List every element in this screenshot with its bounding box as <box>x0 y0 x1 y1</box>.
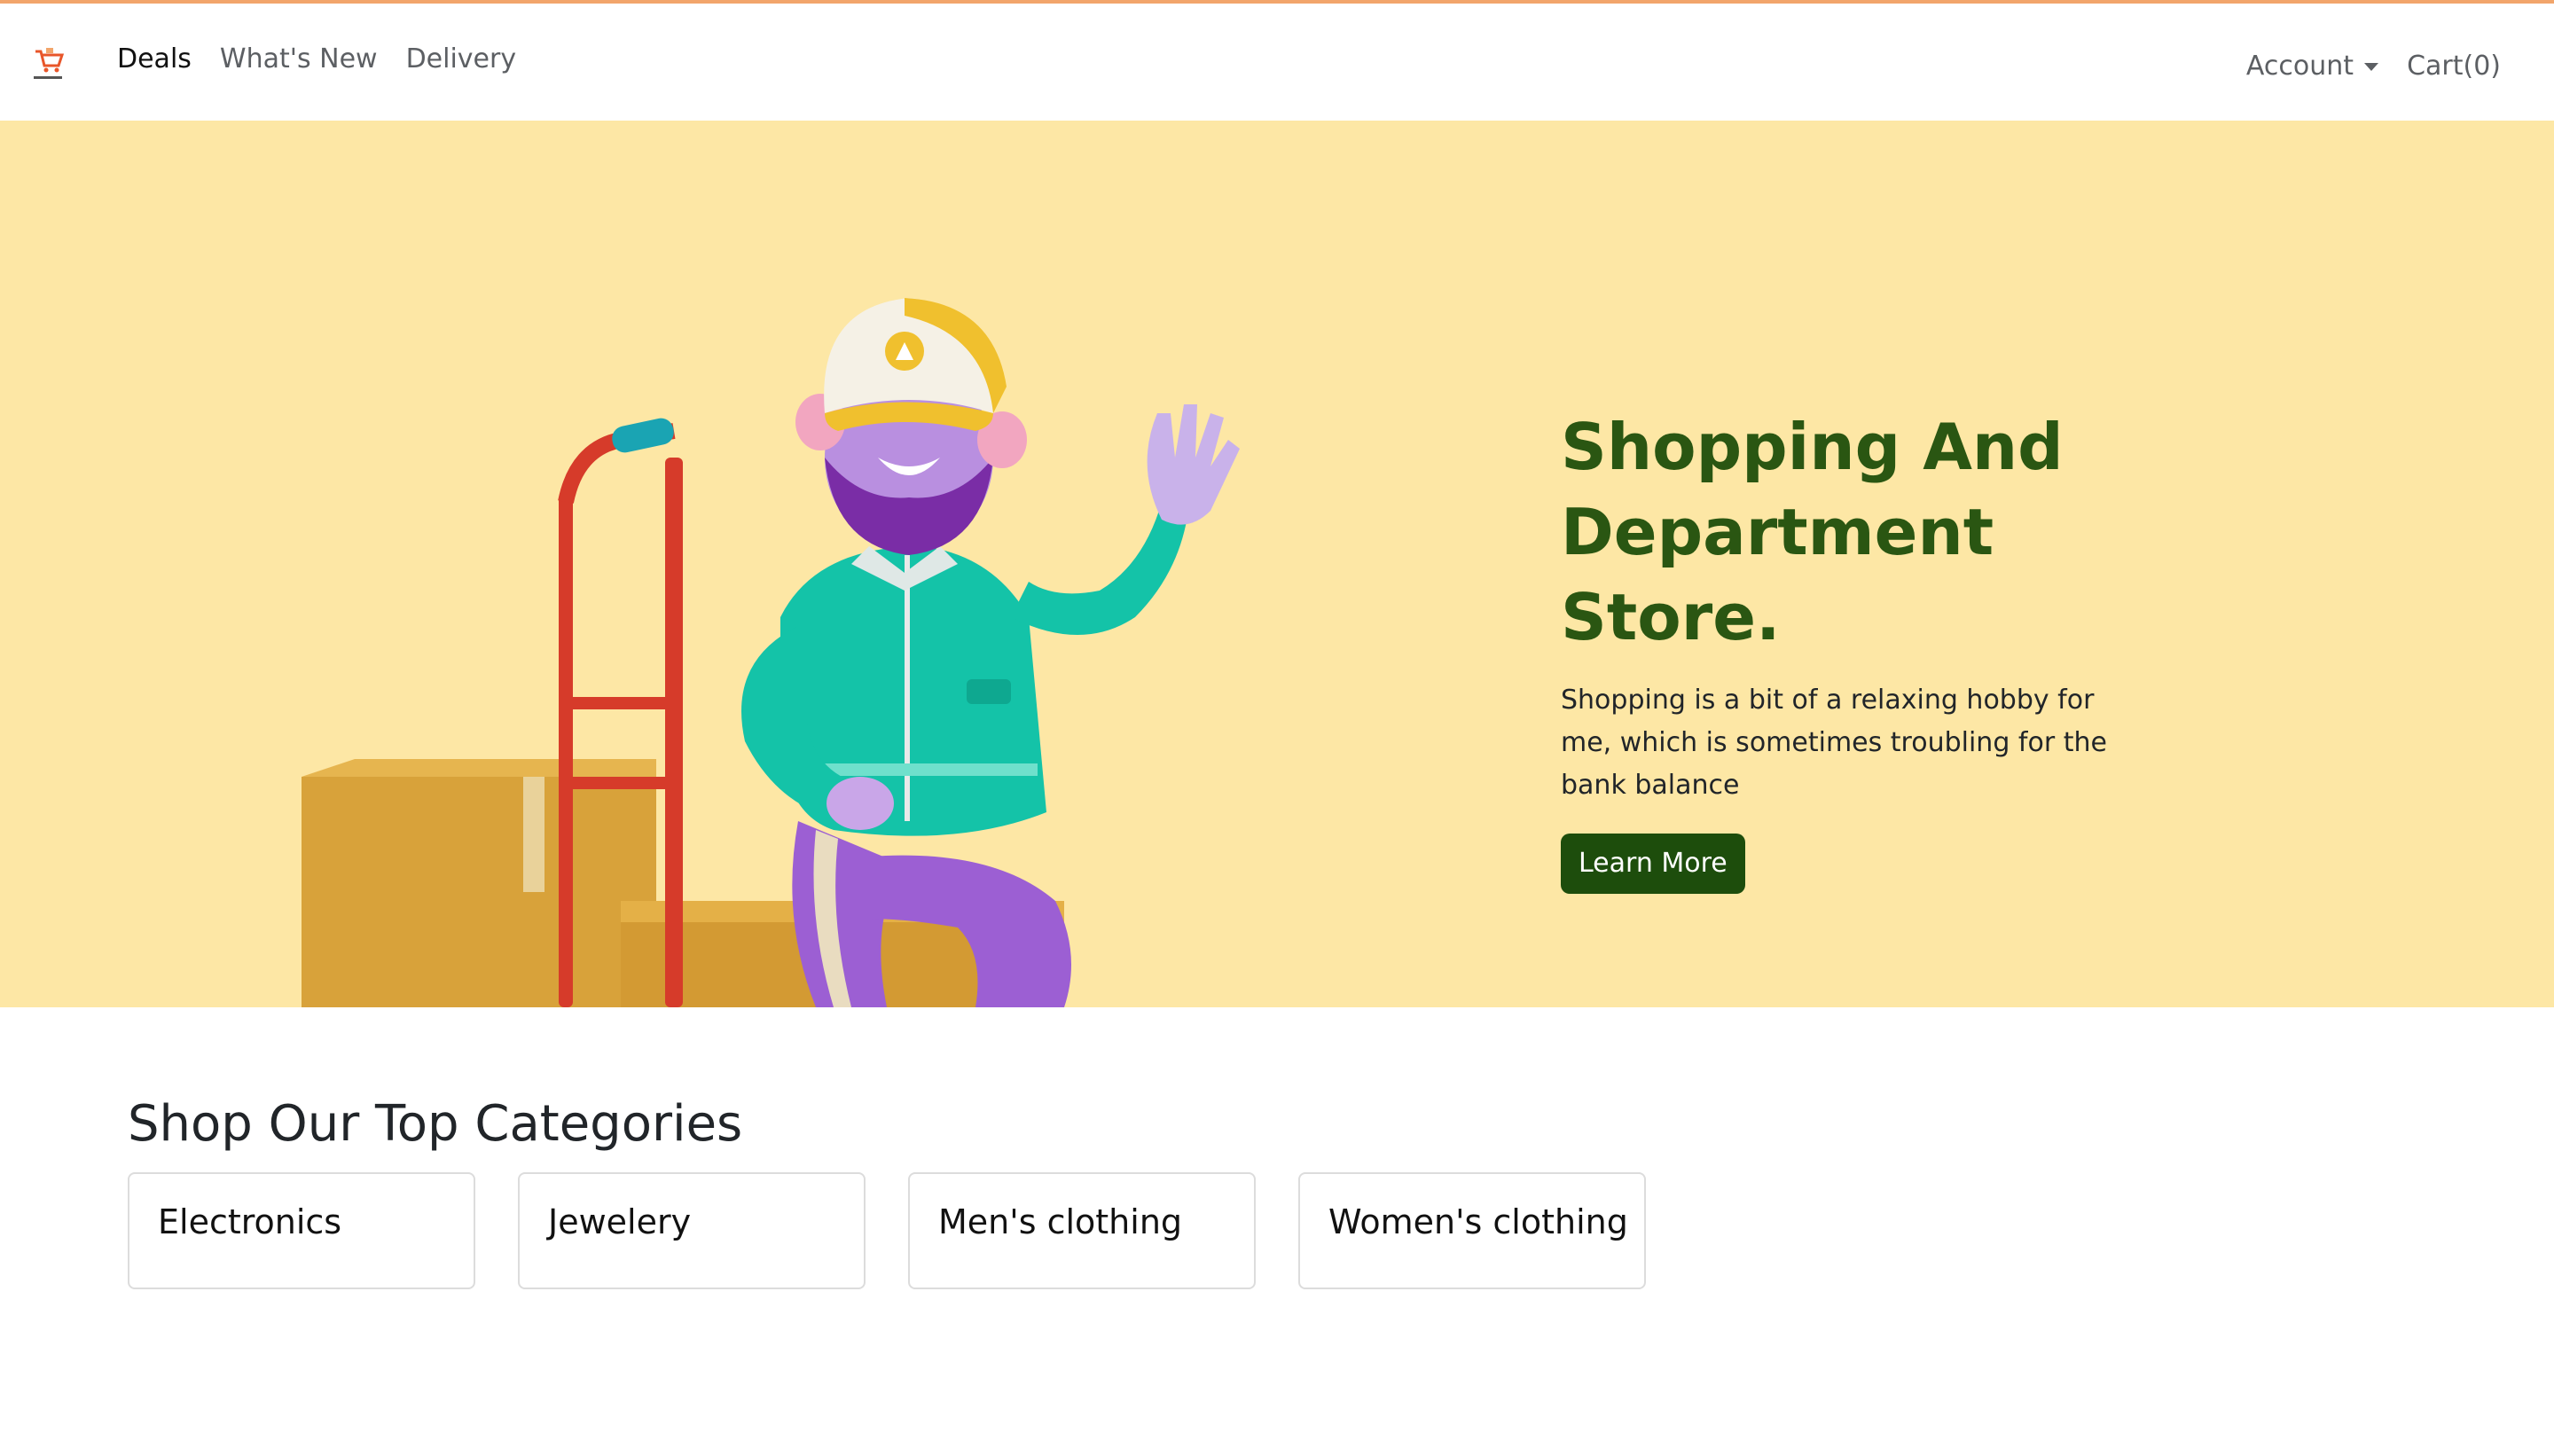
nav-right: Account Cart(0) <box>2246 46 2501 85</box>
categories-section: Shop Our Top Categories Electronics Jewe… <box>128 1092 2433 1289</box>
hero-text-block: Shopping And Department Store. Shopping … <box>1561 404 2111 894</box>
nav-link-deals[interactable]: Deals <box>117 43 192 74</box>
cart-link[interactable]: Cart(0) <box>2407 51 2501 82</box>
navbar: Deals What's New Delivery Account Cart(0… <box>0 4 2554 121</box>
categories-list: Electronics Jewelery Men's clothing Wome… <box>128 1172 2433 1289</box>
category-label: Electronics <box>158 1202 342 1241</box>
categories-heading: Shop Our Top Categories <box>128 1095 743 1153</box>
category-card-mens-clothing[interactable]: Men's clothing <box>908 1172 1256 1289</box>
hero-title: Shopping And Department Store. <box>1561 404 2111 660</box>
category-card-electronics[interactable]: Electronics <box>128 1172 475 1289</box>
category-label: Women's clothing <box>1328 1202 1628 1241</box>
hero-title-line: Department <box>1561 495 1994 569</box>
category-card-jewelery[interactable]: Jewelery <box>518 1172 866 1289</box>
cart-logo-icon[interactable] <box>30 44 66 85</box>
hero-subtitle: Shopping is a bit of a relaxing hobby fo… <box>1561 685 2107 801</box>
account-dropdown[interactable]: Account <box>2245 50 2379 82</box>
caret-down-icon <box>2364 62 2379 71</box>
learn-more-button[interactable]: Learn More <box>1561 834 1745 894</box>
category-label: Men's clothing <box>938 1202 1183 1241</box>
nav-link-delivery[interactable]: Delivery <box>406 43 517 74</box>
category-card-womens-clothing[interactable]: Women's clothing <box>1298 1172 1646 1289</box>
nav-link-whats-new[interactable]: What's New <box>220 43 378 74</box>
category-label: Jewelery <box>548 1202 692 1241</box>
hero-title-line: Store. <box>1561 580 1781 654</box>
delivery-man-illustration <box>284 280 1437 1007</box>
account-label: Account <box>2245 50 2354 82</box>
hero-banner: Shopping And Department Store. Shopping … <box>0 121 2554 1007</box>
hero-title-line: Shopping And <box>1561 410 2064 484</box>
main-nav: Deals What's New Delivery <box>117 39 516 78</box>
